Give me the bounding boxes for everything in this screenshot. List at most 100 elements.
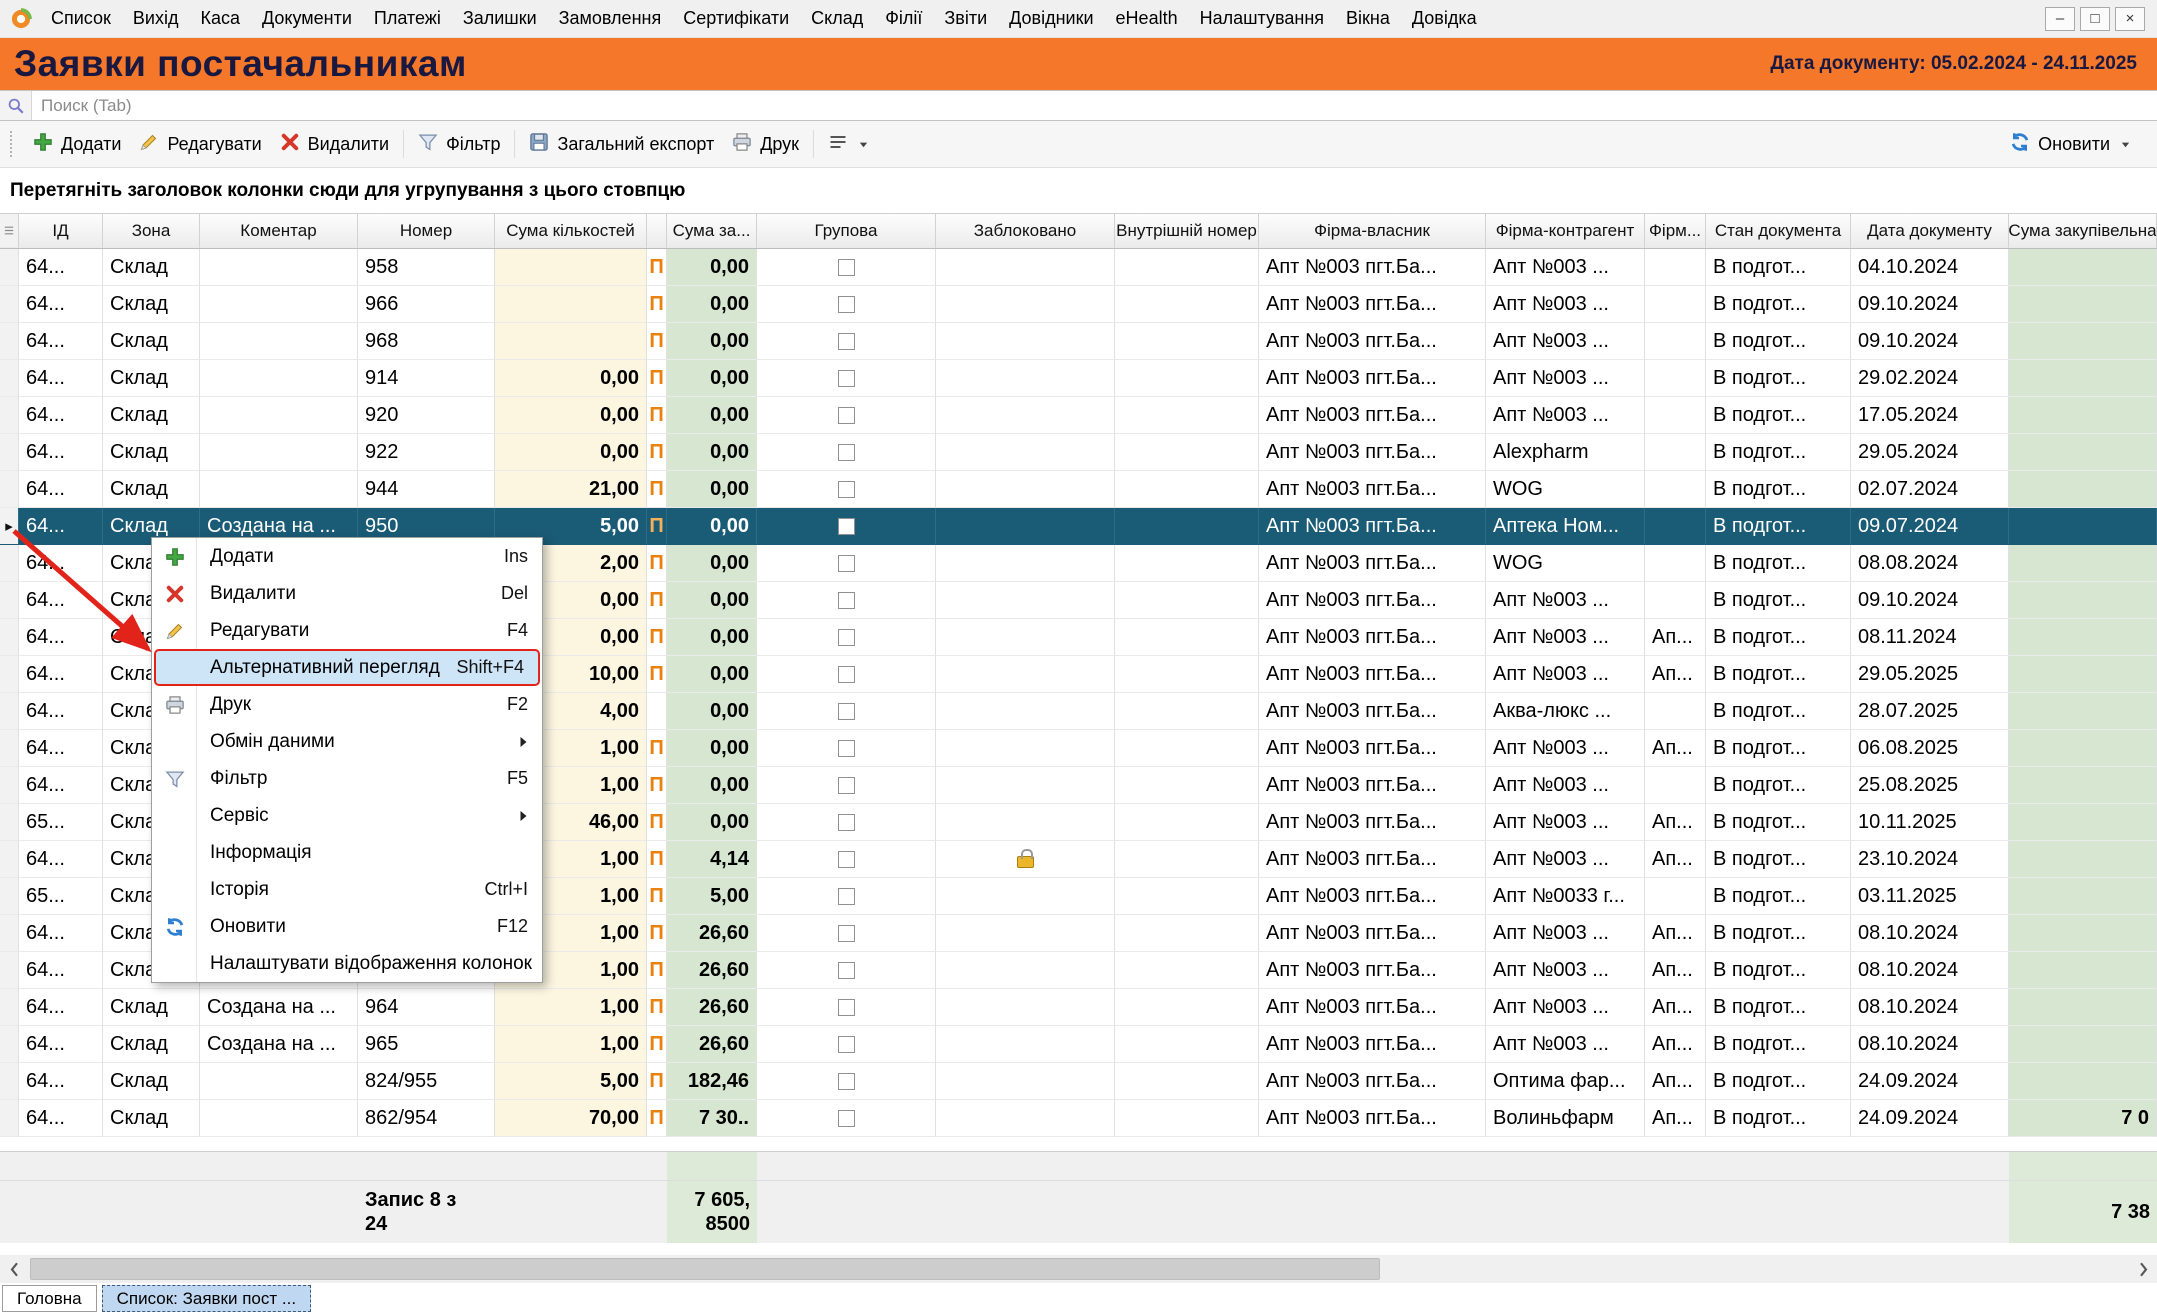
column-chooser-icon[interactable] bbox=[0, 214, 19, 248]
cell-group[interactable] bbox=[757, 323, 936, 360]
view-options-button[interactable] bbox=[819, 126, 878, 163]
toolbar-grip[interactable] bbox=[10, 131, 16, 157]
menubar-item-2[interactable]: Каса bbox=[189, 3, 251, 34]
group-checkbox[interactable] bbox=[838, 1073, 855, 1090]
menubar-item-1[interactable]: Вихід bbox=[122, 3, 190, 34]
scroll-left-icon[interactable] bbox=[0, 1255, 28, 1283]
group-checkbox[interactable] bbox=[838, 740, 855, 757]
column-header-9[interactable]: Внутрішній номер bbox=[1115, 214, 1259, 248]
cell-group[interactable] bbox=[757, 656, 936, 693]
tab-home[interactable]: Головна bbox=[2, 1285, 97, 1312]
search-input[interactable] bbox=[32, 91, 2157, 120]
cell-group[interactable] bbox=[757, 545, 936, 582]
menubar-item-3[interactable]: Документи bbox=[251, 3, 363, 34]
scrollbar-thumb[interactable] bbox=[30, 1258, 1380, 1280]
group-checkbox[interactable] bbox=[838, 962, 855, 979]
group-checkbox[interactable] bbox=[838, 851, 855, 868]
column-header-0[interactable]: ІД bbox=[19, 214, 103, 248]
h-scrollbar[interactable] bbox=[0, 1255, 2157, 1283]
table-row[interactable]: 64...СкладСоздана на ...9651,00П26,60Апт… bbox=[0, 1026, 2157, 1063]
group-checkbox[interactable] bbox=[838, 777, 855, 794]
cell-group[interactable] bbox=[757, 249, 936, 286]
context-menu-item-0[interactable]: ДодатиIns bbox=[152, 538, 542, 575]
menubar-item-10[interactable]: Звіти bbox=[933, 3, 998, 34]
table-row[interactable]: 64...Склад94421,00П0,00Апт №003 пгт.Ба..… bbox=[0, 471, 2157, 508]
cell-group[interactable] bbox=[757, 693, 936, 730]
table-row[interactable]: 64...Склад968П0,00Апт №003 пгт.Ба...Апт … bbox=[0, 323, 2157, 360]
group-checkbox[interactable] bbox=[838, 555, 855, 572]
cell-group[interactable] bbox=[757, 1100, 936, 1137]
context-menu-item-3[interactable]: Альтернативний переглядShift+F4 bbox=[154, 649, 540, 686]
cell-group[interactable] bbox=[757, 989, 936, 1026]
context-menu-item-4[interactable]: ДрукF2 bbox=[152, 686, 542, 723]
group-checkbox[interactable] bbox=[838, 814, 855, 831]
group-checkbox[interactable] bbox=[838, 407, 855, 424]
group-checkbox[interactable] bbox=[838, 592, 855, 609]
edit-button[interactable]: Редагувати bbox=[130, 126, 270, 163]
context-menu-item-9[interactable]: ІсторіяCtrl+I bbox=[152, 871, 542, 908]
context-menu-item-6[interactable]: ФільтрF5 bbox=[152, 760, 542, 797]
cell-group[interactable] bbox=[757, 767, 936, 804]
delete-button[interactable]: Видалити bbox=[271, 126, 398, 163]
cell-group[interactable] bbox=[757, 508, 936, 545]
column-header-7[interactable]: Групова bbox=[757, 214, 936, 248]
menubar-item-9[interactable]: Філії bbox=[874, 3, 933, 34]
context-menu-item-10[interactable]: ОновитиF12 bbox=[152, 908, 542, 945]
column-header-4[interactable]: Сума кількостей bbox=[495, 214, 647, 248]
table-row[interactable]: 64...СкладСоздана на ...9641,00П26,60Апт… bbox=[0, 989, 2157, 1026]
table-row[interactable]: 64...Склад862/95470,00П7 30..Апт №003 пг… bbox=[0, 1100, 2157, 1137]
add-button[interactable]: Додати bbox=[24, 126, 130, 163]
menubar-item-5[interactable]: Залишки bbox=[452, 3, 548, 34]
group-checkbox[interactable] bbox=[838, 888, 855, 905]
menubar-item-0[interactable]: Список bbox=[40, 3, 122, 34]
context-menu-item-5[interactable]: Обмін даними bbox=[152, 723, 542, 760]
menubar-item-12[interactable]: eHealth bbox=[1105, 3, 1189, 34]
column-header-8[interactable]: Заблоковано bbox=[936, 214, 1115, 248]
menubar-item-6[interactable]: Замовлення bbox=[548, 3, 673, 34]
context-menu-item-1[interactable]: ВидалитиDel bbox=[152, 575, 542, 612]
table-row[interactable]: 64...Склад9140,00П0,00Апт №003 пгт.Ба...… bbox=[0, 360, 2157, 397]
group-checkbox[interactable] bbox=[838, 629, 855, 646]
group-checkbox[interactable] bbox=[838, 259, 855, 276]
menubar-item-14[interactable]: Вікна bbox=[1335, 3, 1401, 34]
context-menu-item-7[interactable]: Сервіс bbox=[152, 797, 542, 834]
export-button[interactable]: Загальний експорт bbox=[520, 126, 723, 163]
menubar-item-11[interactable]: Довідники bbox=[998, 3, 1104, 34]
menubar-item-7[interactable]: Сертифікати bbox=[672, 3, 800, 34]
column-header-13[interactable]: Стан документа bbox=[1706, 214, 1851, 248]
context-menu-item-8[interactable]: Інформація bbox=[152, 834, 542, 871]
cell-group[interactable] bbox=[757, 730, 936, 767]
cell-group[interactable] bbox=[757, 952, 936, 989]
table-row[interactable]: 64...Склад9220,00П0,00Апт №003 пгт.Ба...… bbox=[0, 434, 2157, 471]
cell-group[interactable] bbox=[757, 619, 936, 656]
group-checkbox[interactable] bbox=[838, 370, 855, 387]
menubar-item-8[interactable]: Склад bbox=[800, 3, 874, 34]
filter-button[interactable]: Фільтр bbox=[409, 126, 509, 163]
group-checkbox[interactable] bbox=[838, 296, 855, 313]
group-checkbox[interactable] bbox=[838, 703, 855, 720]
group-checkbox[interactable] bbox=[838, 333, 855, 350]
cell-group[interactable] bbox=[757, 915, 936, 952]
restore-button[interactable]: □ bbox=[2080, 7, 2110, 31]
menubar-item-13[interactable]: Налаштування bbox=[1189, 3, 1335, 34]
column-header-15[interactable]: Сума закупівельна bbox=[2009, 214, 2157, 248]
group-checkbox[interactable] bbox=[838, 925, 855, 942]
group-checkbox[interactable] bbox=[838, 1036, 855, 1053]
group-checkbox[interactable] bbox=[838, 999, 855, 1016]
table-row[interactable]: 64...Склад958П0,00Апт №003 пгт.Ба...Апт … bbox=[0, 249, 2157, 286]
column-header-2[interactable]: Коментар bbox=[200, 214, 358, 248]
refresh-button[interactable]: Оновити bbox=[2010, 132, 2149, 157]
group-checkbox[interactable] bbox=[838, 481, 855, 498]
minimize-button[interactable]: – bbox=[2045, 7, 2075, 31]
scroll-right-icon[interactable] bbox=[2129, 1255, 2157, 1283]
tab-list-zayavki[interactable]: Список: Заявки пост ... bbox=[102, 1285, 311, 1312]
group-checkbox[interactable] bbox=[838, 1110, 855, 1127]
column-header-1[interactable]: Зона bbox=[103, 214, 200, 248]
table-row[interactable]: 64...Склад9200,00П0,00Апт №003 пгт.Ба...… bbox=[0, 397, 2157, 434]
column-header-10[interactable]: Фірма-власник bbox=[1259, 214, 1486, 248]
cell-group[interactable] bbox=[757, 286, 936, 323]
column-header-14[interactable]: Дата документу bbox=[1851, 214, 2009, 248]
column-header-5[interactable] bbox=[647, 214, 667, 248]
group-checkbox[interactable] bbox=[838, 444, 855, 461]
column-header-3[interactable]: Номер bbox=[358, 214, 495, 248]
